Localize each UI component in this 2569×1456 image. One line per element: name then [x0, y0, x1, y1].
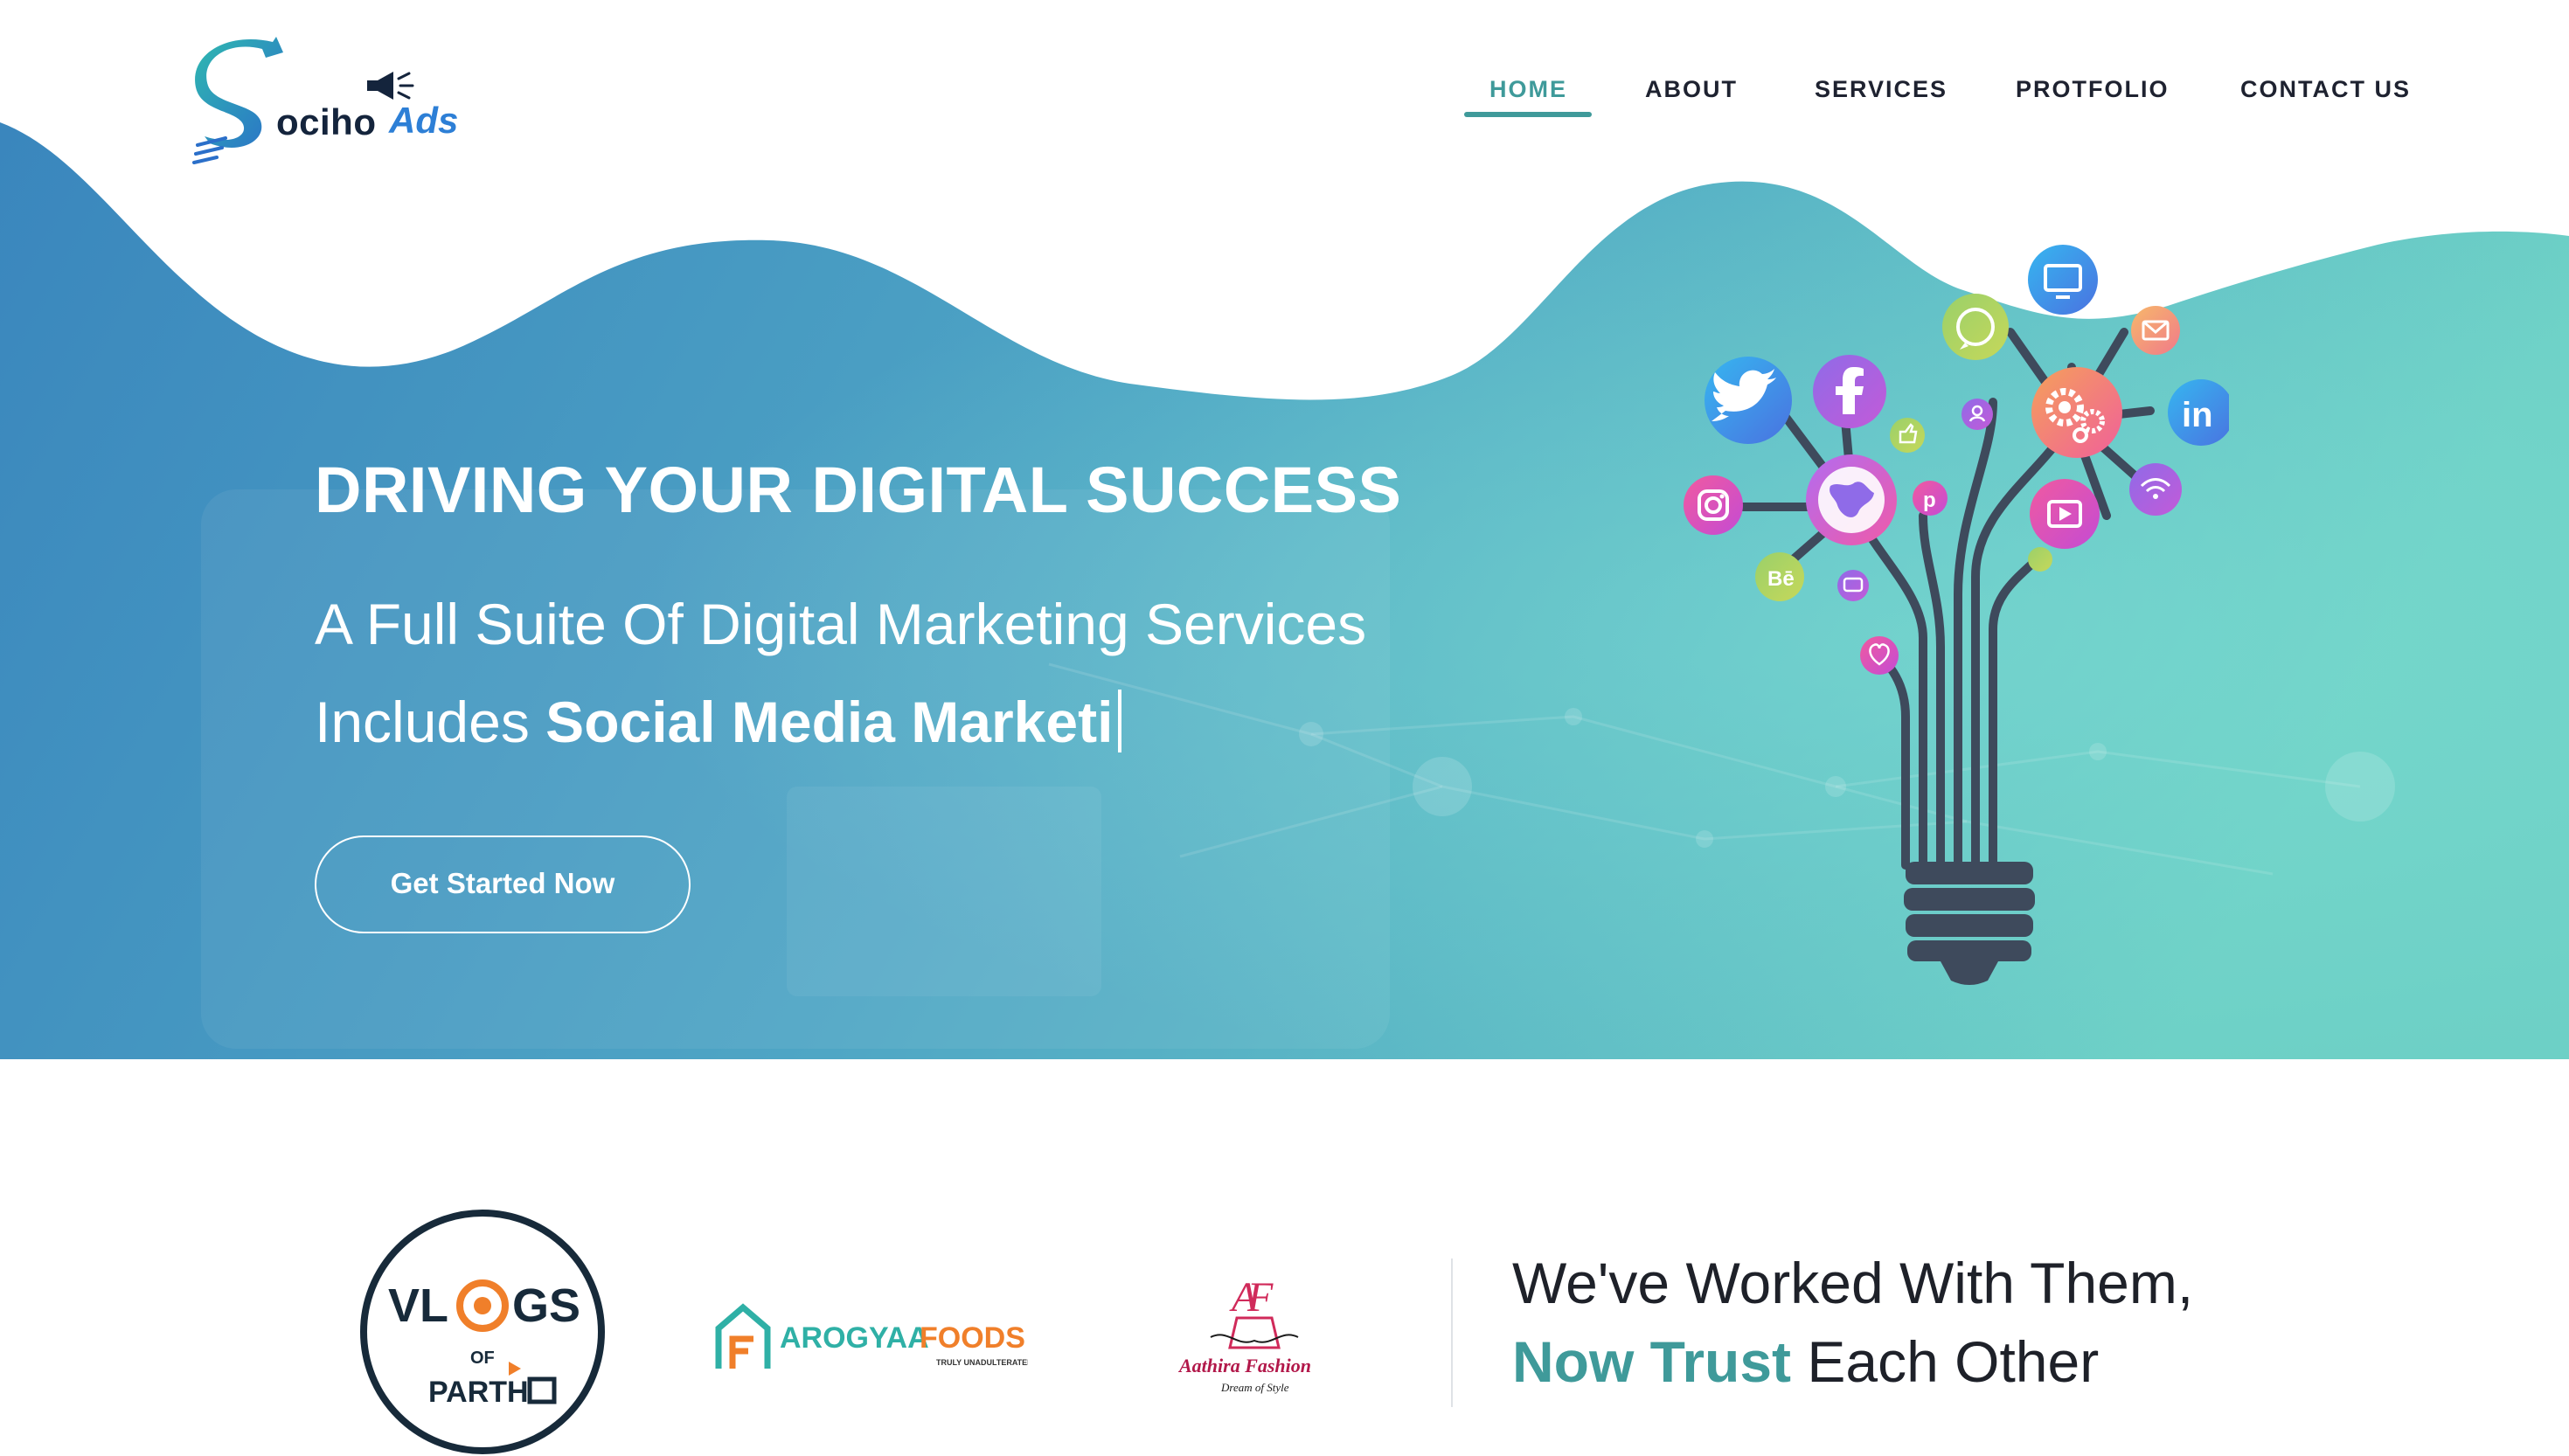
hero-typed-line: Includes Social Media Marketi	[315, 689, 1538, 755]
vlogs-of-text: OF	[470, 1349, 495, 1368]
client-logo-vlogs-of-parth: VL GS OF PARTH	[360, 1210, 605, 1454]
logo-text-ociho: ociho	[276, 101, 377, 142]
client-logo-arogyaa-foods: AROGYAA FOODS TRULY UNADULTERATED	[715, 1303, 1028, 1369]
svg-text:F: F	[1246, 1274, 1274, 1321]
trust-heading-line1: We've Worked With Them,	[1512, 1251, 2194, 1315]
social-media-bulb-illustration: Bē p in	[1684, 245, 2229, 985]
gears-icon	[2031, 367, 2122, 458]
whatsapp-icon	[1942, 294, 2009, 360]
heart-icon	[1860, 636, 1899, 675]
instagram-icon	[1684, 475, 1743, 535]
nav-portfolio[interactable]: PROTFOLIO	[2016, 70, 2170, 122]
svg-text:p: p	[1923, 489, 1936, 512]
monitor-icon	[2028, 245, 2098, 315]
nav-about[interactable]: ABOUT	[1645, 70, 1738, 122]
behance-icon: Bē	[1755, 552, 1804, 601]
typing-cursor	[1118, 690, 1122, 752]
logo-text-ads: Ads	[389, 100, 459, 141]
facebook-icon	[1813, 355, 1886, 428]
aathira-tagline: Dream of Style	[1220, 1381, 1289, 1394]
arogyaa-text: AROGYAA	[780, 1321, 929, 1355]
get-started-button[interactable]: Get Started Now	[315, 835, 691, 933]
twitter-icon	[1705, 357, 1792, 444]
trust-rest: Each Other	[1791, 1329, 2100, 1394]
svg-text:in: in	[2182, 396, 2213, 434]
vlogs-text-right: GS	[512, 1279, 580, 1332]
svg-text:Bē: Bē	[1767, 567, 1795, 591]
arogyaa-tagline: TRULY UNADULTERATED	[936, 1358, 1028, 1367]
hero-subtitle: A Full Suite Of Digital Marketing Servic…	[315, 592, 1367, 656]
dress-icon	[1228, 1316, 1281, 1349]
brand-logo[interactable]: ociho Ads	[192, 33, 472, 164]
youtube-icon	[2030, 479, 2100, 549]
nav-active-indicator	[1464, 112, 1592, 117]
trust-accent: Now Trust	[1512, 1329, 1792, 1394]
logo-s-mark-icon	[192, 37, 283, 164]
trust-heading-line2: Now Trust Each Other	[1512, 1328, 2099, 1395]
pinterest-icon: p	[1913, 481, 1948, 516]
hero-typed-prefix: Includes	[315, 690, 546, 754]
hero-typed-text: Social Media Marketi	[545, 690, 1114, 754]
dot-icon	[2028, 547, 2052, 572]
clients-divider	[1451, 1258, 1453, 1407]
nav-contact-us[interactable]: CONTACT US	[2240, 70, 2411, 122]
wifi-icon	[2129, 463, 2182, 516]
user-icon	[1961, 399, 1993, 430]
client-logo-aathira-fashion: A F Aathira Fashion Dream of Style	[1177, 1274, 1311, 1394]
nav-services[interactable]: SERVICES	[1815, 70, 1948, 122]
vlogs-parth-text: PARTH	[428, 1376, 529, 1409]
aathira-name: Aathira Fashion	[1177, 1355, 1311, 1376]
like-icon	[1890, 418, 1925, 453]
chat-icon	[1837, 570, 1869, 601]
hero-title: DRIVING YOUR DIGITAL SUCCESS	[315, 454, 1402, 526]
globe-icon	[1806, 454, 1897, 545]
mail-icon	[2131, 306, 2180, 355]
vlogs-text-left: VL	[388, 1279, 448, 1332]
linkedin-icon: in	[2168, 379, 2229, 446]
foods-text: FOODS	[920, 1321, 1025, 1355]
